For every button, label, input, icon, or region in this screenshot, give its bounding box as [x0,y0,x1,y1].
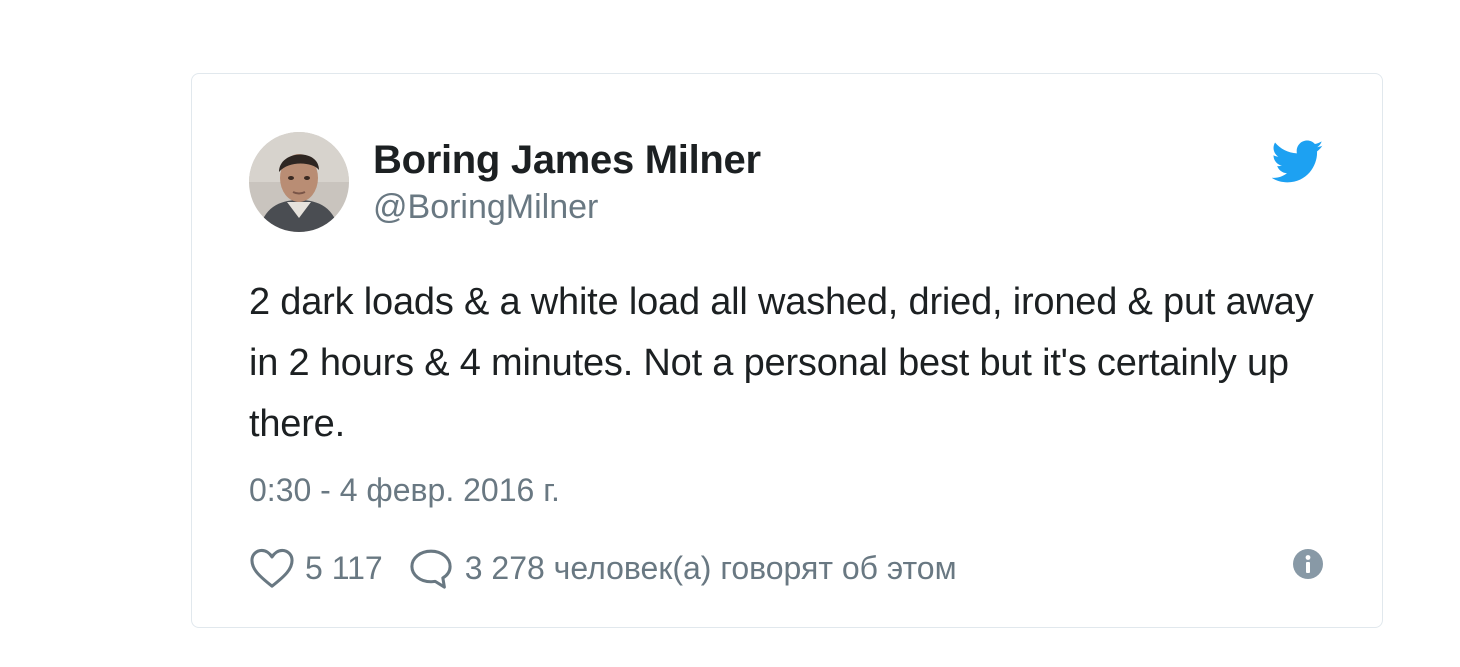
display-name[interactable]: Boring James Milner [373,137,761,183]
user-handle[interactable]: @BoringMilner [373,187,598,227]
avatar[interactable] [249,132,349,232]
speech-bubble-icon [407,547,455,589]
reply-count-text: 3 278 человек(а) говорят об этом [464,549,957,586]
info-icon[interactable] [1292,548,1324,580]
tweet-timestamp[interactable]: 0:30 - 4 февр. 2016 г. [249,470,560,510]
avatar-photo [249,132,349,232]
reply-button[interactable]: 3 278 человек(а) говорят об этом [407,547,957,589]
like-button[interactable]: 5 117 [249,547,383,589]
tweet-text: 2 dark loads & a white load all washed, … [249,281,1314,445]
tweet-card: Boring James Milner @BoringMilner 2 dark… [191,73,1383,628]
tweet-actions: 5 117 3 278 человек(а) говорят об этом [249,544,957,592]
twitter-bird-icon[interactable] [1271,140,1324,184]
heart-icon [249,547,295,589]
like-count: 5 117 [305,549,383,586]
